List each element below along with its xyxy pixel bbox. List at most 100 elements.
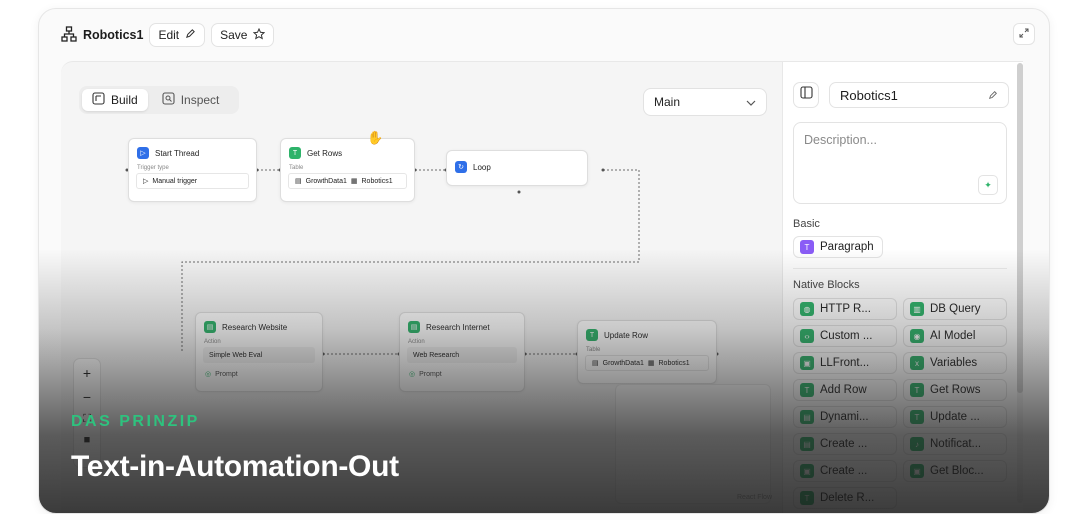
block-label: Update ... bbox=[930, 411, 980, 423]
table-field[interactable]: ▤ GrowthData1 ▦ Robotics1 bbox=[288, 173, 407, 189]
edit-button[interactable]: Edit bbox=[149, 23, 206, 47]
zoom-in-button[interactable]: + bbox=[83, 365, 91, 381]
minimap[interactable] bbox=[615, 384, 771, 504]
code-icon: ‹› bbox=[800, 329, 814, 343]
pencil-icon bbox=[185, 28, 196, 42]
dynamic-icon: ▤ bbox=[800, 410, 814, 424]
trigger-type-field[interactable]: ▷ Manual trigger bbox=[136, 173, 249, 189]
project-title[interactable]: Robotics1 bbox=[61, 25, 144, 45]
action-block-icon: ▤ bbox=[408, 321, 420, 333]
prompt-label: Prompt bbox=[419, 370, 442, 378]
block-custom[interactable]: ‹› Custom ... bbox=[793, 325, 897, 347]
table-block-icon: T bbox=[586, 329, 598, 341]
node-title: Loop bbox=[473, 162, 491, 172]
block-icon: ▣ bbox=[910, 464, 924, 478]
node-title: Research Website bbox=[222, 322, 288, 332]
block-dynamic[interactable]: ▤ Dynami... bbox=[793, 406, 897, 428]
flow-canvas[interactable]: Build Inspect Main ▷ Start Thread Trigge… bbox=[61, 61, 783, 513]
block-add-row[interactable]: T Add Row bbox=[793, 379, 897, 401]
expand-button[interactable] bbox=[1013, 23, 1035, 45]
native-blocks-label: Native Blocks bbox=[793, 279, 860, 291]
check-circle-icon: ◎ bbox=[409, 371, 416, 378]
action-value: Web Research bbox=[413, 351, 460, 359]
star-icon bbox=[253, 27, 266, 43]
check-circle-icon: ◎ bbox=[205, 371, 212, 378]
block-label: Get Rows bbox=[930, 384, 981, 396]
block-http-request[interactable]: ◍ HTTP R... bbox=[793, 298, 897, 320]
block-label: Variables bbox=[930, 357, 978, 369]
block-get-rows[interactable]: T Get Rows bbox=[903, 379, 1007, 401]
frame-icon: ▣ bbox=[800, 356, 814, 370]
node-start-thread[interactable]: ▷ Start Thread Trigger type ▷ Manual tri… bbox=[128, 138, 257, 202]
node-header: ▷ Start Thread bbox=[129, 139, 256, 165]
block-label: LLFront... bbox=[820, 357, 870, 369]
prompt-label: Prompt bbox=[215, 370, 238, 378]
variables-icon: x bbox=[910, 356, 924, 370]
block-label: Dynami... bbox=[820, 411, 869, 423]
basic-section-label: Basic bbox=[793, 218, 820, 230]
play-icon: ▷ bbox=[137, 147, 149, 159]
table-block-icon: T bbox=[910, 410, 924, 424]
create-icon: ▤ bbox=[800, 437, 814, 451]
edit-label: Edit bbox=[158, 28, 180, 42]
block-label: Delete R... bbox=[820, 492, 875, 504]
sidebar-icon bbox=[799, 86, 813, 104]
ai-model-icon: ◉ bbox=[910, 329, 924, 343]
node-update-row[interactable]: T Update Row Table ▤ GrowthData1 ▦ Robot… bbox=[577, 320, 717, 384]
bell-icon: ♪ bbox=[910, 437, 924, 451]
block-update[interactable]: T Update ... bbox=[903, 406, 1007, 428]
node-subtitle: Table bbox=[586, 347, 601, 353]
block-create-1[interactable]: ▤ Create ... bbox=[793, 433, 897, 455]
react-flow-attribution[interactable]: React Flow bbox=[737, 494, 772, 501]
block-paragraph[interactable]: T Paragraph bbox=[793, 236, 883, 258]
description-field[interactable]: Description... ✦ bbox=[793, 122, 1007, 204]
scrollbar-thumb[interactable] bbox=[1017, 63, 1023, 393]
action-value: Simple Web Eval bbox=[209, 351, 263, 359]
block-label: Create ... bbox=[820, 438, 868, 450]
node-research-website[interactable]: ▤ Research Website Action Simple Web Eva… bbox=[195, 312, 323, 392]
table-block-icon: T bbox=[800, 383, 814, 397]
action-block-icon: ▤ bbox=[204, 321, 216, 333]
node-subtitle: Action bbox=[408, 339, 425, 345]
sparkle-icon: ✦ bbox=[984, 179, 992, 190]
node-loop[interactable]: ↻ Loop bbox=[446, 150, 588, 186]
play-outline-icon: ▷ bbox=[143, 178, 149, 185]
sidebar-toggle-button[interactable] bbox=[793, 82, 819, 108]
zoom-out-button[interactable]: − bbox=[83, 389, 91, 405]
block-llfront[interactable]: ▣ LLFront... bbox=[793, 352, 897, 374]
table-block-icon: T bbox=[910, 383, 924, 397]
node-subtitle: Action bbox=[204, 339, 221, 345]
block-notification[interactable]: ♪ Notificat... bbox=[903, 433, 1007, 455]
node-get-rows[interactable]: T Get Rows Table ▤ GrowthData1 ▦ Robotic… bbox=[280, 138, 415, 202]
right-panel-scrollbar[interactable] bbox=[1017, 63, 1023, 503]
save-label: Save bbox=[220, 28, 248, 42]
action-field[interactable]: Simple Web Eval bbox=[203, 347, 315, 363]
block-label: AI Model bbox=[930, 330, 976, 342]
block-delete-row[interactable]: T Delete R... bbox=[793, 487, 897, 509]
block-db-query[interactable]: ▥ DB Query bbox=[903, 298, 1007, 320]
workflow-name-value: Robotics1 bbox=[840, 87, 898, 103]
lock-icon[interactable]: ■ bbox=[84, 434, 91, 446]
block-label: Get Bloc... bbox=[930, 465, 984, 477]
block-label: Paragraph bbox=[820, 241, 874, 253]
block-variables[interactable]: x Variables bbox=[903, 352, 1007, 374]
panel-header: Robotics1 bbox=[793, 82, 1009, 108]
node-research-internet[interactable]: ▤ Research Internet Action Web Research … bbox=[399, 312, 525, 392]
node-header: ▤ Research Internet bbox=[400, 313, 524, 339]
block-ai-model[interactable]: ◉ AI Model bbox=[903, 325, 1007, 347]
prompt-link[interactable]: ◎ Prompt bbox=[400, 368, 524, 384]
block-get-block[interactable]: ▣ Get Bloc... bbox=[903, 460, 1007, 482]
project-title-text: Robotics1 bbox=[83, 28, 144, 42]
save-button[interactable]: Save bbox=[211, 23, 275, 47]
ai-generate-button[interactable]: ✦ bbox=[978, 175, 998, 195]
app-window: Robotics1 Edit Save Build Inspect Main ▷… bbox=[38, 8, 1050, 514]
expand-icon bbox=[1019, 25, 1029, 43]
file-icon: ▤ bbox=[295, 178, 302, 185]
workflow-name-field[interactable]: Robotics1 bbox=[829, 82, 1009, 108]
node-title: Start Thread bbox=[155, 148, 200, 158]
node-header: T Get Rows bbox=[281, 139, 414, 165]
prompt-link[interactable]: ◎ Prompt bbox=[196, 368, 322, 384]
action-field[interactable]: Web Research bbox=[407, 347, 517, 363]
block-create-2[interactable]: ▣ Create ... bbox=[793, 460, 897, 482]
table-field[interactable]: ▤ GrowthData1 ▦ Robotics1 bbox=[585, 355, 709, 371]
